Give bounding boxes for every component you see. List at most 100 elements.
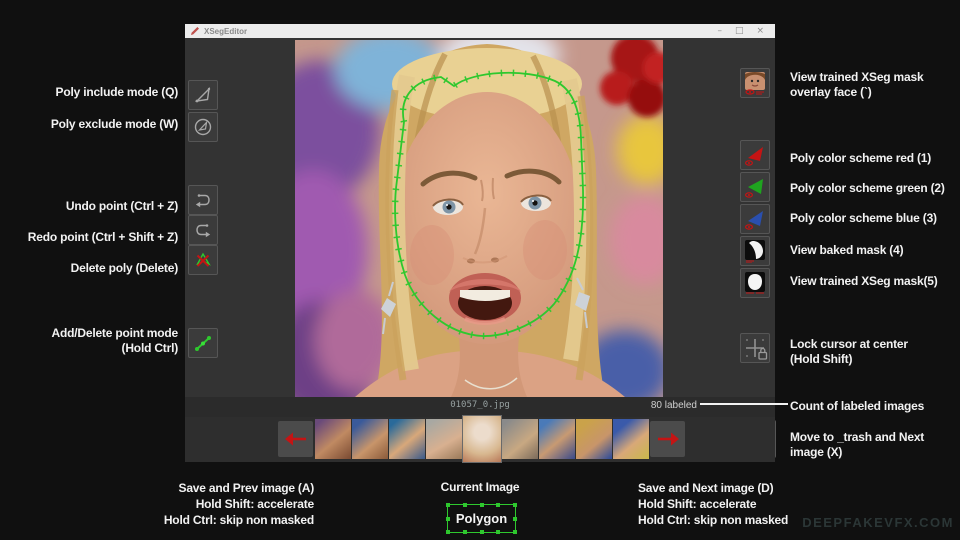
poly-color-blue-button[interactable] xyxy=(740,204,770,234)
window-titlebar: XSegEditor – □ × xyxy=(185,24,775,38)
annotation-line: Move to _trash and Next xyxy=(790,430,924,445)
polygon-point xyxy=(513,503,517,507)
pen-icon xyxy=(190,26,200,36)
thumbnail[interactable] xyxy=(315,419,351,459)
annotation-line: (Hold Ctrl) xyxy=(52,341,178,356)
polygon-label: Polygon xyxy=(456,511,507,526)
lock-cursor-icon xyxy=(742,335,768,361)
undo-point-button[interactable] xyxy=(188,185,218,215)
view-xseg-overlay-face-button[interactable] xyxy=(740,68,770,98)
prev-image-button[interactable] xyxy=(278,421,313,457)
polygon-point xyxy=(446,517,450,521)
polygon-point xyxy=(480,503,484,507)
annotation-delete-poly: Delete poly (Delete) xyxy=(71,261,178,276)
thumbnail[interactable] xyxy=(502,419,538,459)
annotation-color-green: Poly color scheme green (2) xyxy=(790,181,945,196)
thumbnail[interactable] xyxy=(576,419,612,459)
window-title: XSegEditor xyxy=(204,27,247,36)
polygon-point xyxy=(446,503,450,507)
poly-color-red-button[interactable] xyxy=(740,140,770,170)
annotation-add-delete-point: Add/Delete point mode (Hold Ctrl) xyxy=(52,326,178,356)
annotation-undo-point: Undo point (Ctrl + Z) xyxy=(66,199,178,214)
view-baked-mask-button[interactable] xyxy=(740,236,770,266)
status-bar: 01057_0.jpg 80 labeled xyxy=(185,397,775,417)
poly-red-icon xyxy=(743,143,767,167)
poly-include-icon xyxy=(193,85,213,105)
annotation-poly-exclude: Poly exclude mode (W) xyxy=(51,117,178,132)
annotation-view-overlay-face: View trained XSeg mask overlay face (`) xyxy=(790,70,923,100)
thumbnail[interactable] xyxy=(613,419,649,459)
minimize-button[interactable]: – xyxy=(717,24,722,38)
annotation-xseg-mask: View trained XSeg mask(5) xyxy=(790,274,938,289)
annotation-line: Save and Next image (D) xyxy=(638,480,788,496)
annotation-line: Lock cursor at center xyxy=(790,337,908,352)
xseg-overlay-face-icon xyxy=(743,71,767,95)
add-delete-point-mode-button[interactable] xyxy=(188,328,218,358)
annotation-line: Save and Prev image (A) xyxy=(164,480,314,496)
annotation-line: Hold Ctrl: skip non masked xyxy=(638,512,788,528)
polygon-point xyxy=(463,503,467,507)
annotation-move-to-trash: Move to _trash and Next image (X) xyxy=(790,430,924,460)
polygon-point xyxy=(513,517,517,521)
polygon-point xyxy=(496,503,500,507)
annotation-line: image (X) xyxy=(790,445,924,460)
annotation-color-blue: Poly color scheme blue (3) xyxy=(790,211,937,226)
maximize-button[interactable]: □ xyxy=(735,24,744,38)
undo-icon xyxy=(193,190,213,210)
annotation-labeled-count: Count of labeled images xyxy=(790,399,924,414)
window-controls: – □ × xyxy=(717,24,764,38)
delete-poly-icon xyxy=(193,250,213,270)
labeled-count: 80 labeled xyxy=(651,400,697,411)
thumbnail[interactable] xyxy=(352,419,388,459)
redo-icon xyxy=(193,220,213,240)
labeled-count-connector-line xyxy=(700,403,788,405)
annotation-color-red: Poly color scheme red (1) xyxy=(790,151,931,166)
polygon-point xyxy=(513,530,517,534)
red-right-arrow-icon xyxy=(656,431,680,447)
annotation-line: Hold Shift: accelerate xyxy=(164,496,314,512)
canvas-photo[interactable] xyxy=(295,40,663,397)
polygon-point xyxy=(496,530,500,534)
annotation-save-prev: Save and Prev image (A) Hold Shift: acce… xyxy=(164,480,314,528)
baked-mask-icon xyxy=(743,239,767,263)
screenshot-stage: XSegEditor – □ × xyxy=(0,0,960,540)
thumbnail-current[interactable] xyxy=(463,416,501,462)
red-left-arrow-icon xyxy=(284,431,308,447)
lock-cursor-button[interactable] xyxy=(740,333,770,363)
current-filename: 01057_0.jpg xyxy=(405,400,555,410)
polygon-point xyxy=(446,530,450,534)
annotation-save-next: Save and Next image (D) Hold Shift: acce… xyxy=(638,480,788,528)
annotation-line: overlay face (`) xyxy=(790,85,923,100)
thumbnail[interactable] xyxy=(539,419,575,459)
view-xseg-mask-button[interactable] xyxy=(740,268,770,298)
thumbnail[interactable] xyxy=(389,419,425,459)
redo-point-button[interactable] xyxy=(188,215,218,245)
annotation-lock-cursor: Lock cursor at center (Hold Shift) xyxy=(790,337,908,367)
poly-include-mode-button[interactable] xyxy=(188,80,218,110)
annotation-current-image: Current Image xyxy=(403,480,557,495)
face-image xyxy=(295,40,663,397)
annotation-baked-mask: View baked mask (4) xyxy=(790,243,903,258)
annotation-line: View trained XSeg mask xyxy=(790,70,923,85)
watermark: DEEPFAKEVFX.COM xyxy=(802,515,954,530)
polygon-point xyxy=(463,530,467,534)
annotation-line: Hold Shift: accelerate xyxy=(638,496,788,512)
add-delete-point-icon xyxy=(193,333,213,353)
close-button[interactable]: × xyxy=(756,24,764,38)
poly-green-icon xyxy=(743,175,767,199)
poly-blue-icon xyxy=(743,207,767,231)
xseg-mask-icon xyxy=(743,271,767,295)
delete-poly-button[interactable] xyxy=(188,245,218,275)
annotation-line: Add/Delete point mode xyxy=(52,326,178,341)
poly-exclude-mode-button[interactable] xyxy=(188,112,218,142)
annotation-redo-point: Redo point (Ctrl + Shift + Z) xyxy=(28,230,178,245)
annotation-line: Hold Ctrl: skip non masked xyxy=(164,512,314,528)
annotation-poly-include: Poly include mode (Q) xyxy=(56,85,178,100)
poly-exclude-icon xyxy=(193,117,213,137)
next-image-button[interactable] xyxy=(650,421,685,457)
polygon-point xyxy=(480,530,484,534)
poly-color-green-button[interactable] xyxy=(740,172,770,202)
thumbnail[interactable] xyxy=(426,419,462,459)
thumbnail-list xyxy=(315,419,649,459)
xseg-editor-window: XSegEditor – □ × xyxy=(185,24,775,462)
